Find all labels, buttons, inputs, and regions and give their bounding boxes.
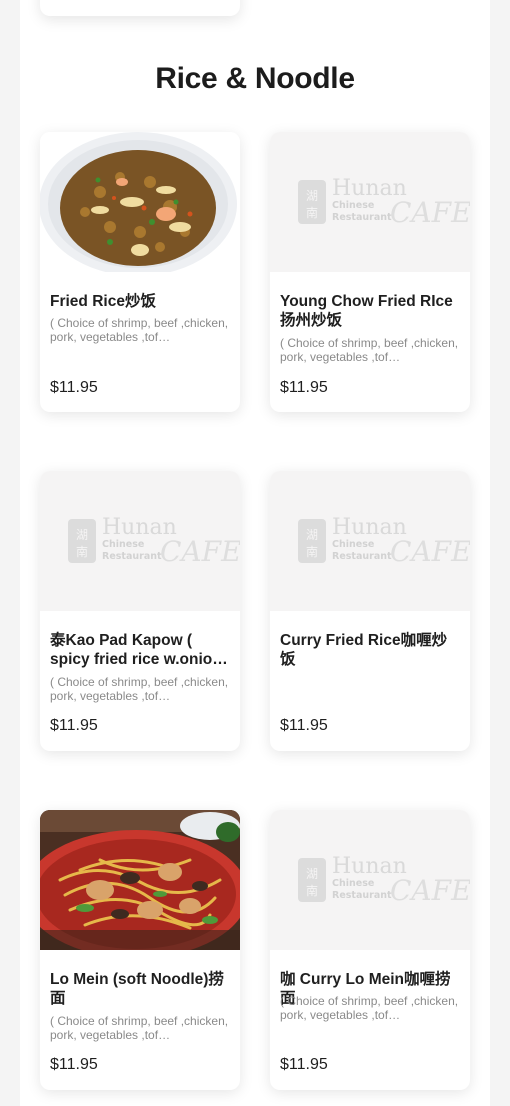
svg-text:Chinese: Chinese (332, 200, 374, 211)
menu-item-name: 泰Kao Pad Kapow ( spicy fried rice w.onio… (50, 632, 228, 668)
menu-item-description: ( Choice of shrimp, beef ,chicken, pork,… (280, 994, 459, 1022)
placeholder-logo-image: 湖 南 Hunan Chinese Restaurant CAFE (270, 471, 470, 611)
svg-text:南: 南 (306, 544, 318, 559)
svg-text:CAFE: CAFE (390, 196, 470, 229)
svg-text:Restaurant: Restaurant (332, 890, 392, 901)
menu-item-card[interactable]: 湖 南 Hunan Chinese Restaurant CAFE Young … (270, 132, 470, 412)
section-title: Rice & Noodle (155, 62, 355, 95)
svg-text:南: 南 (306, 205, 318, 220)
menu-item-description: ( Choice of shrimp, beef ,chicken, pork,… (50, 675, 229, 703)
svg-text:CAFE: CAFE (390, 535, 470, 568)
menu-item-card[interactable]: 湖 南 Hunan Chinese Restaurant CAFE 泰Kao P… (40, 471, 240, 751)
menu-item-description: ( Choice of shrimp, beef ,chicken, pork,… (50, 1014, 229, 1042)
menu-item-name: Curry Fried Rice咖喱炒饭 (280, 632, 448, 668)
placeholder-logo-image: 湖 南 Hunan Chinese Restaurant CAFE (270, 810, 470, 950)
svg-text:湖: 湖 (306, 527, 318, 542)
menu-item-description: ( Choice of shrimp, beef ,chicken, pork,… (50, 316, 229, 344)
menu-item-name: Young Chow Fried RIce 扬州炒饭 (280, 293, 453, 329)
lo-mein-photo (40, 810, 240, 950)
menu-item-description: ( Choice of shrimp, beef ,chicken, pork,… (280, 336, 459, 364)
menu-item-price: $11.95 (50, 1056, 98, 1073)
menu-item-name: Lo Mein (soft Noodle)捞面 (50, 971, 224, 1007)
svg-text:湖: 湖 (306, 188, 318, 203)
menu-item-card[interactable]: Fried Rice炒饭 ( Choice of shrimp, beef ,c… (40, 132, 240, 412)
svg-text:Chinese: Chinese (332, 539, 374, 550)
menu-item-card[interactable]: 湖 南 Hunan Chinese Restaurant CAFE Curry … (270, 471, 470, 751)
svg-text:湖: 湖 (76, 527, 88, 542)
menu-item-price: $11.95 (280, 1056, 328, 1073)
menu-item-card[interactable]: Lo Mein (soft Noodle)捞面 ( Choice of shri… (40, 810, 240, 1090)
menu-page: Rice & Noodle Fried Rice炒饭 (Choice of s… (20, 0, 490, 1106)
svg-text:南: 南 (306, 883, 318, 898)
svg-text:CAFE: CAFE (160, 535, 240, 568)
svg-text:Restaurant: Restaurant (332, 551, 392, 562)
menu-item-price: $11.95 (50, 717, 98, 734)
svg-text:湖: 湖 (306, 866, 318, 881)
menu-item-card[interactable]: 湖 南 Hunan Chinese Restaurant CAFE 咖 Curr… (270, 810, 470, 1090)
menu-item-name: Fried Rice炒饭 (50, 293, 156, 310)
placeholder-logo-image: 湖 南 Hunan Chinese Restaurant CAFE (40, 471, 240, 611)
previous-menu-card[interactable] (40, 0, 240, 16)
menu-item-price: $11.95 (50, 379, 98, 396)
svg-text:南: 南 (76, 544, 88, 559)
svg-text:Restaurant: Restaurant (332, 212, 392, 223)
placeholder-logo-image: 湖 南 Hunan Chinese Restaurant CAFE (270, 132, 470, 272)
svg-text:Chinese: Chinese (332, 878, 374, 889)
menu-item-price: $11.95 (280, 379, 328, 396)
svg-text:CAFE: CAFE (390, 874, 470, 907)
menu-item-price: $11.95 (280, 717, 328, 734)
fried-rice-photo (40, 132, 240, 272)
svg-text:Chinese: Chinese (102, 539, 144, 550)
svg-text:Restaurant: Restaurant (102, 551, 162, 562)
